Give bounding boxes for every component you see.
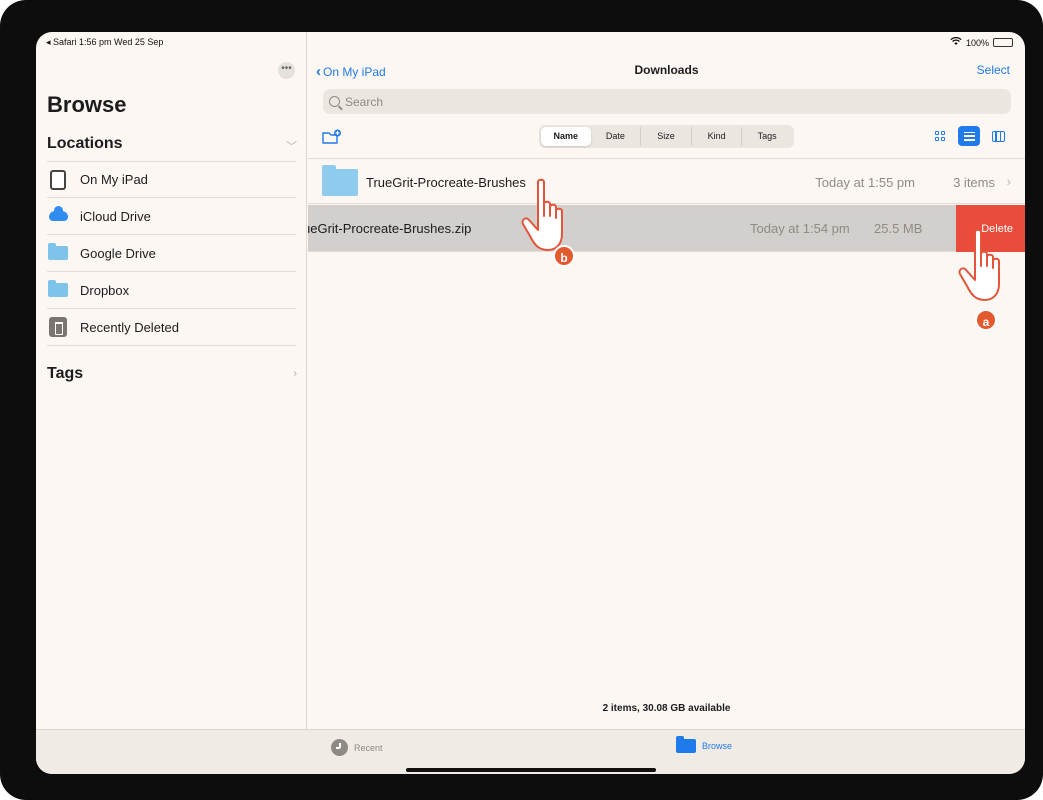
file-size: 25.5 MB (874, 221, 923, 236)
file-name: ueGrit-Procreate-Brushes.zip (308, 221, 472, 236)
locations-list: On My iPad iCloud Drive Google Drive Dro… (47, 161, 296, 346)
folder-icon (48, 280, 68, 300)
tap-hand-icon (957, 228, 1013, 313)
file-info: 3 items (953, 175, 995, 190)
select-button[interactable]: Select (977, 63, 1010, 77)
sort-segmented-control: Name Date Size Kind Tags (539, 125, 794, 148)
page-title: Downloads (634, 63, 699, 77)
locations-header-label: Locations (47, 135, 123, 152)
sort-option-tags[interactable]: Tags (742, 127, 792, 146)
search-placeholder: Search (345, 94, 384, 109)
folder-icon (48, 243, 68, 263)
sort-option-size[interactable]: Size (641, 127, 692, 146)
locations-header[interactable]: Locations ﹀ (47, 135, 297, 153)
sidebar-item-recently-deleted[interactable]: Recently Deleted (47, 309, 296, 346)
file-date: Today at 1:54 pm (750, 221, 850, 236)
clock-icon (331, 739, 348, 756)
grid-view-icon[interactable] (929, 126, 951, 146)
sort-option-date[interactable]: Date (591, 127, 642, 146)
sidebar-item-label: Recently Deleted (80, 319, 179, 335)
storage-info: 2 items, 30.08 GB available (602, 703, 731, 714)
folder-icon (322, 165, 358, 196)
home-indicator (406, 768, 656, 772)
main-panel: ‹ On My iPad Downloads Select Search Nam… (308, 32, 1025, 729)
step-badge-b: b (553, 245, 575, 267)
sidebar-item-dropbox[interactable]: Dropbox (47, 272, 296, 309)
trash-icon (48, 317, 68, 337)
more-options-button[interactable]: ••• (278, 62, 295, 79)
step-badge-a: a (975, 309, 997, 331)
search-icon (329, 96, 340, 107)
sidebar-item-label: iCloud Drive (80, 208, 151, 224)
list-item[interactable]: TrueGrit-Procreate-Brushes Today at 1:55… (308, 158, 1025, 204)
list-item-swiped[interactable]: ueGrit-Procreate-Brushes.zip Today at 1:… (308, 205, 1025, 252)
sidebar-item-on-my-ipad[interactable]: On My iPad (47, 161, 296, 198)
column-view-icon[interactable] (987, 126, 1009, 146)
list-view-icon[interactable] (958, 126, 980, 146)
file-name: TrueGrit-Procreate-Brushes (366, 175, 526, 190)
sort-option-name[interactable]: Name (541, 127, 591, 146)
sidebar-item-google-drive[interactable]: Google Drive (47, 235, 296, 272)
folder-icon (676, 736, 696, 753)
sidebar: ••• Browse Locations ﹀ On My iPad iCloud… (36, 32, 307, 729)
chevron-down-icon: ﹀ (286, 141, 297, 153)
tab-browse[interactable]: Browse (676, 736, 733, 753)
sidebar-title: Browse (47, 92, 127, 117)
sidebar-item-icloud-drive[interactable]: iCloud Drive (47, 198, 296, 235)
sidebar-item-label: On My iPad (80, 172, 148, 187)
sidebar-item-label: Google Drive (80, 245, 156, 261)
sidebar-item-label: Dropbox (80, 282, 130, 298)
ipad-screen: ◂ Safari 1:56 pm Wed 25 Sep 100% ••• Bro… (36, 32, 1025, 774)
ipad-icon (48, 169, 68, 190)
chevron-right-icon: › (293, 368, 297, 380)
sort-option-kind[interactable]: Kind (692, 127, 743, 146)
tags-header-label: Tags (47, 365, 84, 382)
tab-recent[interactable]: Recent (331, 739, 383, 756)
chevron-right-icon: › (1006, 174, 1011, 189)
tab-recent-label: Recent (354, 742, 383, 753)
search-input[interactable]: Search (323, 89, 1011, 114)
icloud-icon (48, 206, 68, 226)
new-folder-icon[interactable] (322, 129, 342, 145)
view-mode-switcher (929, 126, 1009, 146)
tab-browse-label: Browse (702, 741, 733, 751)
tags-header[interactable]: Tags › (47, 365, 297, 383)
file-date: Today at 1:55 pm (815, 175, 915, 190)
